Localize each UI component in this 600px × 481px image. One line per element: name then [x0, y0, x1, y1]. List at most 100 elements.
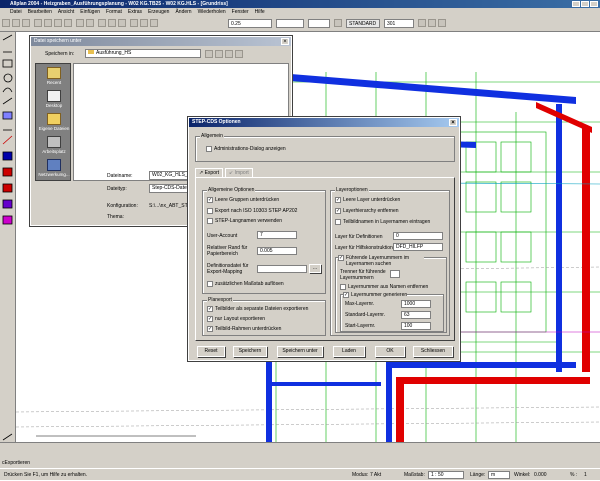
menu-item-0[interactable]: Datei — [10, 8, 22, 16]
step-options-dialog: STEP-CDS Optionen × Allgemein Administra… — [187, 116, 461, 362]
admin-dialog-box[interactable] — [206, 146, 212, 152]
copy-icon[interactable] — [54, 19, 62, 27]
menu-item-8[interactable]: Wiederholen — [198, 8, 226, 16]
minimize-button[interactable] — [572, 1, 580, 7]
mode-value: 7 Akt — [370, 472, 382, 478]
close-dialog-button[interactable]: Schliessen — [413, 346, 453, 357]
max-layer-input[interactable]: 1000 — [401, 300, 431, 308]
remove-numbers-checkbox[interactable]: Layernummer aus Namen entfernen — [340, 284, 428, 290]
margin-input[interactable]: 0.005 — [257, 247, 297, 255]
menu-item-4[interactable]: Format — [106, 8, 122, 16]
defs-input[interactable] — [257, 265, 307, 273]
plan-export-label: Planexport — [207, 297, 233, 303]
separator-input[interactable] — [390, 270, 400, 278]
properties-icon[interactable] — [140, 19, 148, 27]
start-layer-input[interactable]: 100 — [401, 322, 431, 330]
ok-button[interactable]: OK — [375, 346, 405, 357]
margin-label: Relativer Rand für Papierbereich — [207, 245, 248, 257]
reset-button[interactable]: Reset — [197, 346, 225, 357]
up-folder-icon[interactable] — [215, 50, 223, 58]
help-icon[interactable] — [150, 19, 158, 27]
place-network[interactable]: Netzwerkumg... — [36, 158, 72, 180]
sublayers-checkbox[interactable]: Teilbildnamen in Layernamen eintragen — [335, 219, 430, 225]
view-menu-icon[interactable] — [235, 50, 243, 58]
zoom-icon[interactable] — [98, 19, 106, 27]
menu-bar: Datei Bearbeiten Ansicht Einfügen Format Extr… — [0, 8, 600, 16]
layer-icon[interactable] — [130, 19, 138, 27]
open-icon[interactable] — [12, 19, 20, 27]
scale-checkbox[interactable]: zusätzlichen Maßstab auflösen — [207, 281, 284, 287]
step-dialog-close-button[interactable]: × — [449, 119, 457, 126]
place-recent[interactable]: Recent — [36, 66, 72, 88]
empty-layers-checkbox[interactable]: ✓ Leere Layer unterdrücken — [335, 197, 400, 203]
line-combo[interactable] — [276, 19, 304, 28]
scale-combo[interactable]: 301 — [384, 19, 414, 28]
maximize-button[interactable] — [581, 1, 589, 7]
redo-icon[interactable] — [86, 19, 94, 27]
bottom-tab[interactable]: cExportieren — [0, 458, 600, 468]
menu-item-1[interactable]: Bearbeiten — [28, 8, 52, 16]
save-in-combo[interactable]: Ausführung_HS — [85, 49, 201, 58]
menu-item-5[interactable]: Extras — [128, 8, 142, 16]
generate-checkbox[interactable]: ✓ Layernummer generieren — [343, 292, 408, 298]
save-icon[interactable] — [22, 19, 30, 27]
paste-icon[interactable] — [64, 19, 72, 27]
print-icon[interactable] — [34, 19, 42, 27]
step-dialog-title-bar: STEP-CDS Optionen × — [189, 118, 459, 127]
separate-files-checkbox[interactable]: ✓ Teilbilder als separate Dateien exporti… — [207, 306, 308, 312]
hierarchy-checkbox[interactable]: ✓ Layerhierarchy entfernen — [335, 208, 399, 214]
menu-item-6[interactable]: Erzeugen — [148, 8, 169, 16]
aux-layer-input[interactable]: DFD_HILFP — [393, 243, 443, 251]
std-layer-input[interactable]: 63 — [401, 311, 431, 319]
close-button[interactable] — [590, 1, 598, 7]
undo-icon[interactable] — [76, 19, 84, 27]
iso-export-checkbox[interactable]: Export nach ISO 10303 STEP AP202 — [207, 208, 297, 214]
defs-layer-label: Layer für Definitionen — [335, 234, 383, 240]
length-field[interactable]: m — [488, 471, 510, 479]
menu-item-7[interactable]: Ändern — [175, 8, 191, 16]
redraw-icon[interactable] — [118, 19, 126, 27]
color-combo[interactable] — [308, 19, 330, 28]
pan-icon[interactable] — [108, 19, 116, 27]
frame-suppress-checkbox[interactable]: ✓ Teilbild-Rahmen unterdrücken — [207, 326, 281, 332]
place-desktop[interactable]: Desktop — [36, 89, 72, 111]
menu-item-9[interactable]: Fenster — [232, 8, 249, 16]
std-layer-label: Standard-Layernr. — [345, 312, 386, 318]
leading-layers-checkbox[interactable]: ✓ Führende Layernummern im Layernamen suc… — [338, 255, 424, 267]
snap-icon[interactable] — [418, 19, 426, 27]
menu-item-2[interactable]: Ansicht — [58, 8, 74, 16]
place-documents[interactable]: Eigene Dateien — [36, 112, 72, 134]
tab-export[interactable]: ↗ Export — [195, 168, 224, 177]
percent-label: % : — [570, 472, 578, 478]
menu-item-3[interactable]: Einfügen — [80, 8, 100, 16]
new-folder-icon[interactable] — [225, 50, 233, 58]
toolbar: 0.25 STANDARD 301 — [0, 16, 600, 32]
save-as-button[interactable]: Speichern unter — [277, 346, 323, 357]
back-icon[interactable] — [205, 50, 213, 58]
save-dialog-close-button[interactable]: × — [281, 38, 289, 45]
place-computer[interactable]: Arbeitsplatz — [36, 135, 72, 157]
defs-browse-button[interactable]: … — [309, 264, 321, 273]
defs-layer-input[interactable]: 0 — [393, 232, 443, 240]
command-bar — [0, 442, 600, 458]
ortho-icon[interactable] — [438, 19, 446, 27]
start-layer-label: Start-Layernr. — [345, 323, 376, 329]
angle-label: Winkel: — [514, 472, 531, 478]
admin-dialog-checkbox[interactable]: Administrations-Dialog anzeigen — [206, 146, 286, 152]
scale-field[interactable]: 1 : 50 — [428, 471, 464, 479]
load-button[interactable]: Laden — [333, 346, 365, 357]
menu-item-10[interactable]: Hilfe — [255, 8, 265, 16]
layer-combo[interactable]: STANDARD — [346, 19, 380, 28]
empty-groups-checkbox[interactable]: ✓ Leere Gruppen unterdrücken — [207, 197, 279, 203]
step-dialog-title: STEP-CDS Optionen — [192, 119, 241, 125]
grid-icon[interactable] — [428, 19, 436, 27]
save-button[interactable]: Speichern — [233, 346, 267, 357]
long-names-checkbox[interactable]: STEP-Langnamen verwenden — [207, 218, 282, 224]
layer-select-icon[interactable] — [334, 19, 342, 27]
pen-combo[interactable]: 0.25 — [228, 19, 272, 28]
cut-icon[interactable] — [44, 19, 52, 27]
user-account-input[interactable]: 7 — [257, 231, 297, 239]
tab-import[interactable]: ↙ Import — [225, 168, 253, 177]
layout-only-checkbox[interactable]: ✓ nur Layout exportieren — [207, 316, 265, 322]
new-icon[interactable] — [2, 19, 10, 27]
